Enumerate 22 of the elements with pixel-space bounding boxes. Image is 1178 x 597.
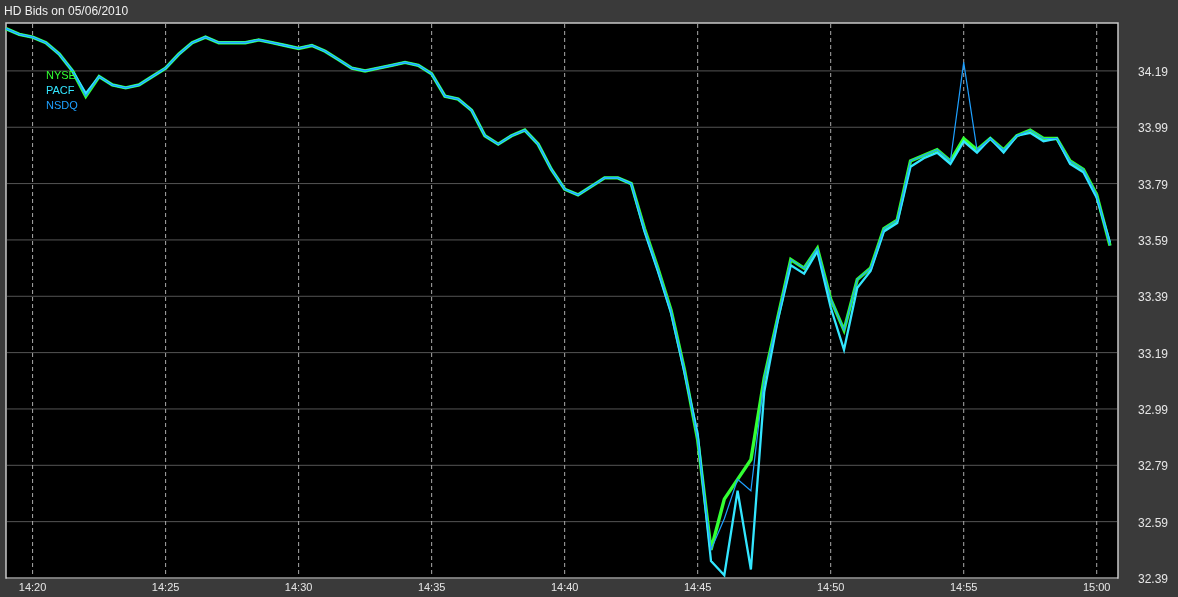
axis-label: 33.99 bbox=[1137, 121, 1168, 136]
axis-label: 14:50 bbox=[816, 581, 845, 593]
axis-label: 14:20 bbox=[18, 581, 47, 593]
axis-label: 33.79 bbox=[1137, 177, 1168, 192]
chart-title: HD Bids on 05/06/2010 bbox=[3, 3, 129, 20]
axis-label: 15:00 bbox=[1082, 581, 1111, 593]
axis-label: 14:25 bbox=[151, 581, 180, 593]
legend-label: PACF bbox=[46, 84, 75, 96]
axis-label: 32.59 bbox=[1137, 515, 1168, 530]
axis-label: 33.59 bbox=[1137, 233, 1168, 248]
axis-label: 34.19 bbox=[1137, 64, 1168, 79]
axis-label: 14:45 bbox=[683, 581, 712, 593]
axis-label: 14:35 bbox=[417, 581, 446, 593]
axis-label: 32.39 bbox=[1137, 572, 1168, 586]
axis-label: 33.19 bbox=[1137, 346, 1168, 361]
legend-label: NSDQ bbox=[46, 99, 78, 111]
axis-label: 14:40 bbox=[550, 581, 579, 593]
axis-label: 32.79 bbox=[1137, 459, 1168, 474]
axis-label: 32.99 bbox=[1137, 402, 1168, 417]
axis-label: 33.39 bbox=[1137, 290, 1168, 305]
axis-label: 14:30 bbox=[284, 581, 313, 593]
axis-label: 14:55 bbox=[949, 581, 978, 593]
